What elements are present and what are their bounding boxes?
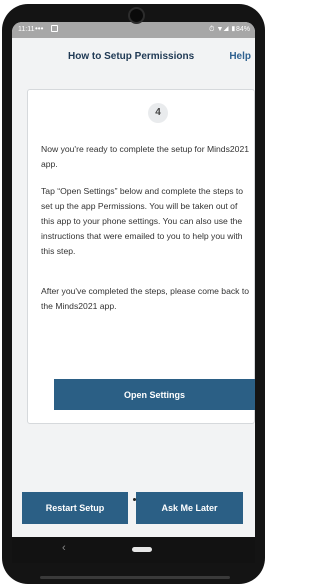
help-link[interactable]: Help (229, 51, 251, 62)
step-card: 4 Now you're ready to complete the setup… (27, 89, 255, 424)
home-pill-icon[interactable] (132, 547, 152, 552)
instruction-paragraph-2: Tap “Open Settings” below and complete t… (41, 186, 244, 256)
back-icon[interactable]: ‹ (62, 542, 66, 554)
status-indicators: ⏱ ▼◢ ▮84% (209, 26, 250, 33)
instruction-paragraph-1: Now you're ready to complete the setup f… (41, 144, 250, 169)
lock-icon (51, 25, 58, 32)
phone-bottom-edge (40, 576, 230, 579)
ask-me-later-button[interactable]: Ask Me Later (136, 492, 243, 524)
page-title: How to Setup Permissions (68, 51, 195, 62)
step-number-badge: 4 (148, 103, 168, 123)
system-nav-bar: ‹ (12, 537, 255, 563)
restart-setup-button[interactable]: Restart Setup (22, 492, 128, 524)
open-settings-button[interactable]: Open Settings (54, 379, 255, 410)
app-header: How to Setup Permissions Help (12, 38, 255, 74)
app-screen: 11:11 ••• ⏱ ▼◢ ▮84% How to Setup Permiss… (12, 22, 255, 546)
status-notification-dots: ••• (35, 24, 44, 33)
instruction-paragraph-3: After you've completed the steps, please… (41, 286, 250, 311)
status-time: 11:11 (18, 26, 35, 33)
status-bar: 11:11 ••• ⏱ ▼◢ ▮84% (12, 22, 255, 38)
front-camera (128, 7, 145, 24)
